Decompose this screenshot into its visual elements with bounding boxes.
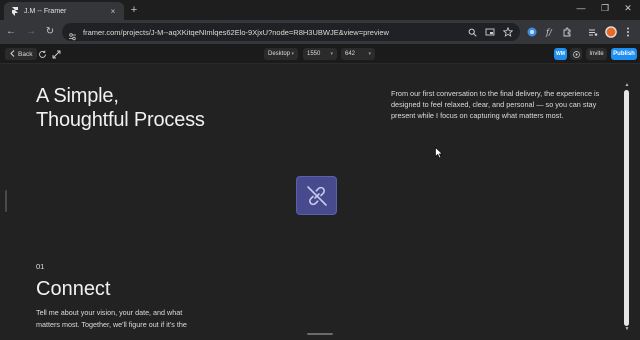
device-value: Desktop: [268, 51, 291, 57]
profile-avatar[interactable]: [604, 25, 617, 38]
headline-line-1: A Simple,: [36, 85, 119, 107]
refresh-preview-icon[interactable]: [37, 48, 47, 60]
height-input[interactable]: 642 ▾: [341, 48, 375, 60]
back-label: Back: [18, 50, 33, 58]
invite-button[interactable]: Invite: [586, 48, 607, 60]
preview-canvas: A Simple, Thoughtful Process From our fi…: [0, 64, 640, 340]
minimize-icon[interactable]: —: [574, 3, 588, 13]
device-select[interactable]: Desktop ▾: [264, 48, 298, 60]
chevron-down-icon: ▾: [330, 51, 333, 57]
scrollbar-thumb[interactable]: [624, 90, 629, 326]
back-arrow-icon[interactable]: ←: [5, 26, 17, 38]
bookmark-star-icon[interactable]: [502, 27, 514, 37]
framer-logo-icon: [10, 6, 19, 16]
height-value: 642: [345, 51, 356, 57]
url-text[interactable]: framer.com/projects/J-M--aqXKitqeNImlqes…: [83, 28, 460, 37]
media-icon[interactable]: [587, 26, 599, 38]
side-resize-handle[interactable]: [5, 190, 7, 212]
tab-title: J.M -- Framer: [24, 7, 67, 15]
scroll-down-arrow-icon[interactable]: ▼: [623, 326, 631, 332]
chevron-down-icon: ▾: [368, 51, 371, 57]
step-title: Connect: [36, 278, 111, 300]
browser-tab[interactable]: J.M -- Framer ×: [4, 2, 124, 20]
scroll-up-arrow-icon[interactable]: ▲: [623, 82, 631, 88]
search-icon[interactable]: [466, 27, 478, 37]
tab-strip: J.M -- Framer × + — ❐ ✕: [0, 0, 640, 20]
user-avatar-badge[interactable]: WM: [554, 48, 567, 60]
forward-arrow-icon[interactable]: →: [25, 26, 37, 38]
expand-icon[interactable]: [51, 48, 61, 60]
menu-kebab-icon[interactable]: [622, 26, 634, 38]
restore-icon[interactable]: ❐: [598, 3, 612, 14]
intro-paragraph: From our first conversation to the final…: [391, 89, 600, 120]
new-tab-button[interactable]: +: [128, 4, 140, 16]
bottom-resize-handle[interactable]: [307, 333, 333, 335]
broken-link-icon: [296, 176, 337, 215]
play-preview-button[interactable]: [570, 48, 582, 60]
extension-script-icon[interactable]: f/: [544, 26, 556, 38]
mouse-cursor-icon: [435, 147, 443, 159]
reload-icon[interactable]: ↻: [44, 26, 56, 38]
chevron-down-icon: ▾: [291, 51, 294, 57]
site-info-icon[interactable]: [68, 28, 77, 40]
headline-line-2: Thoughtful Process: [36, 109, 205, 131]
tab-close-icon[interactable]: ×: [108, 7, 118, 16]
step-description: Tell me about your vision, your date, an…: [36, 308, 187, 329]
step-number: 01: [36, 262, 45, 271]
address-bar[interactable]: framer.com/projects/J-M--aqXKitqeNImlqes…: [62, 23, 520, 41]
close-window-icon[interactable]: ✕: [621, 3, 635, 14]
framer-back-button[interactable]: Back: [5, 48, 38, 60]
browser-toolbar: ← → ↻ framer.com/projects/J-M--aqXKitqeN…: [0, 20, 640, 44]
svg-text:f/: f/: [545, 28, 553, 37]
puzzle-icon[interactable]: [561, 26, 573, 38]
chevron-left-icon: [10, 49, 15, 59]
page-headline: A Simple, Thoughtful Process: [36, 84, 205, 132]
width-value: 1550: [307, 51, 321, 57]
framer-preview-toolbar: Back Desktop ▾ 1550 ▾ 642 ▾ WM Invite Pu…: [0, 44, 640, 64]
width-input[interactable]: 1550 ▾: [303, 48, 337, 60]
publish-button[interactable]: Publish: [611, 48, 637, 60]
extension-blue-icon[interactable]: [526, 26, 538, 38]
cast-icon[interactable]: [484, 27, 496, 37]
